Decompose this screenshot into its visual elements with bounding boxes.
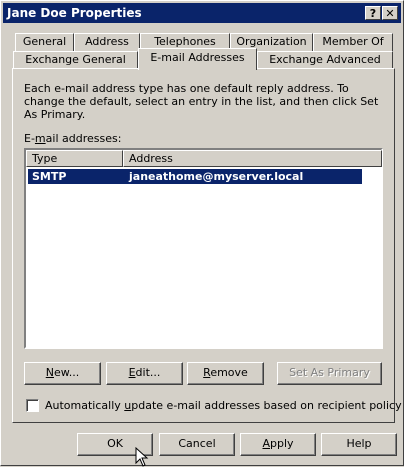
label-text: ail addresses: <box>45 132 122 145</box>
mnemonic: A <box>262 437 270 450</box>
tab-label: Address <box>85 35 129 48</box>
tab-exchange-general[interactable]: Exchange General <box>13 51 138 69</box>
email-address-list[interactable]: Type Address SMTP janeathome@myserver.lo… <box>24 148 383 349</box>
tab-address[interactable]: Address <box>74 33 140 51</box>
tab-general[interactable]: General <box>15 33 74 51</box>
tab-label: Organization <box>236 35 307 48</box>
email-addresses-label: E-mail addresses: <box>24 132 121 145</box>
tab-exchange-advanced[interactable]: Exchange Advanced <box>257 51 393 69</box>
close-button[interactable]: ✕ <box>382 6 398 20</box>
auto-update-label[interactable]: Automatically update e-mail addresses ba… <box>45 399 402 412</box>
button-label: emove <box>210 366 248 379</box>
label-text: E- <box>24 132 35 145</box>
remove-button[interactable]: Remove <box>187 362 264 385</box>
edit-button[interactable]: Edit... <box>106 362 183 385</box>
mnemonic: N <box>45 366 54 379</box>
title-bar: Jane Doe Properties ? ✕ <box>3 3 401 23</box>
window-title: Jane Doe Properties <box>7 6 142 20</box>
help-title-button[interactable]: ? <box>365 6 381 20</box>
mnemonic: E <box>128 366 136 379</box>
row-address: janeathome@myserver.local <box>129 170 304 183</box>
table-row[interactable]: SMTP janeathome@myserver.local <box>28 169 362 184</box>
auto-update-checkbox[interactable] <box>26 399 39 412</box>
tab-label: General <box>22 35 67 48</box>
tab-label: Telephones <box>154 35 216 48</box>
set-as-primary-button[interactable]: Set As Primary <box>277 362 382 385</box>
help-button[interactable]: Help <box>321 433 397 456</box>
mouse-pointer-icon <box>135 447 149 467</box>
tab-label: Exchange Advanced <box>269 53 381 66</box>
button-label: pply <box>270 437 294 450</box>
new-button[interactable]: New... <box>24 362 101 385</box>
column-header-address[interactable]: Address <box>123 150 382 167</box>
cancel-button[interactable]: Cancel <box>159 433 235 456</box>
button-label: ew... <box>53 366 80 379</box>
tab-email-addresses[interactable]: E-mail Addresses <box>138 48 257 70</box>
apply-button[interactable]: Apply <box>240 433 316 456</box>
help-icon: ? <box>369 7 377 20</box>
tab-label: Exchange General <box>25 53 126 66</box>
tab-label: E-mail Addresses <box>150 51 245 64</box>
tab-member-of[interactable]: Member Of <box>313 33 393 51</box>
close-icon: ✕ <box>385 7 395 20</box>
column-header-type[interactable]: Type <box>26 150 123 167</box>
label-text: pdate e-mail addresses based on recipien… <box>131 399 402 412</box>
row-type: SMTP <box>32 170 67 183</box>
button-label: dit... <box>135 366 161 379</box>
label-text: Automatically <box>45 399 125 412</box>
tab-label: Member Of <box>322 35 384 48</box>
description-text: Each e-mail address type has one default… <box>24 82 379 121</box>
label-mnemonic: m <box>34 132 46 145</box>
properties-dialog: Jane Doe Properties ? ✕ General Address … <box>0 0 404 467</box>
